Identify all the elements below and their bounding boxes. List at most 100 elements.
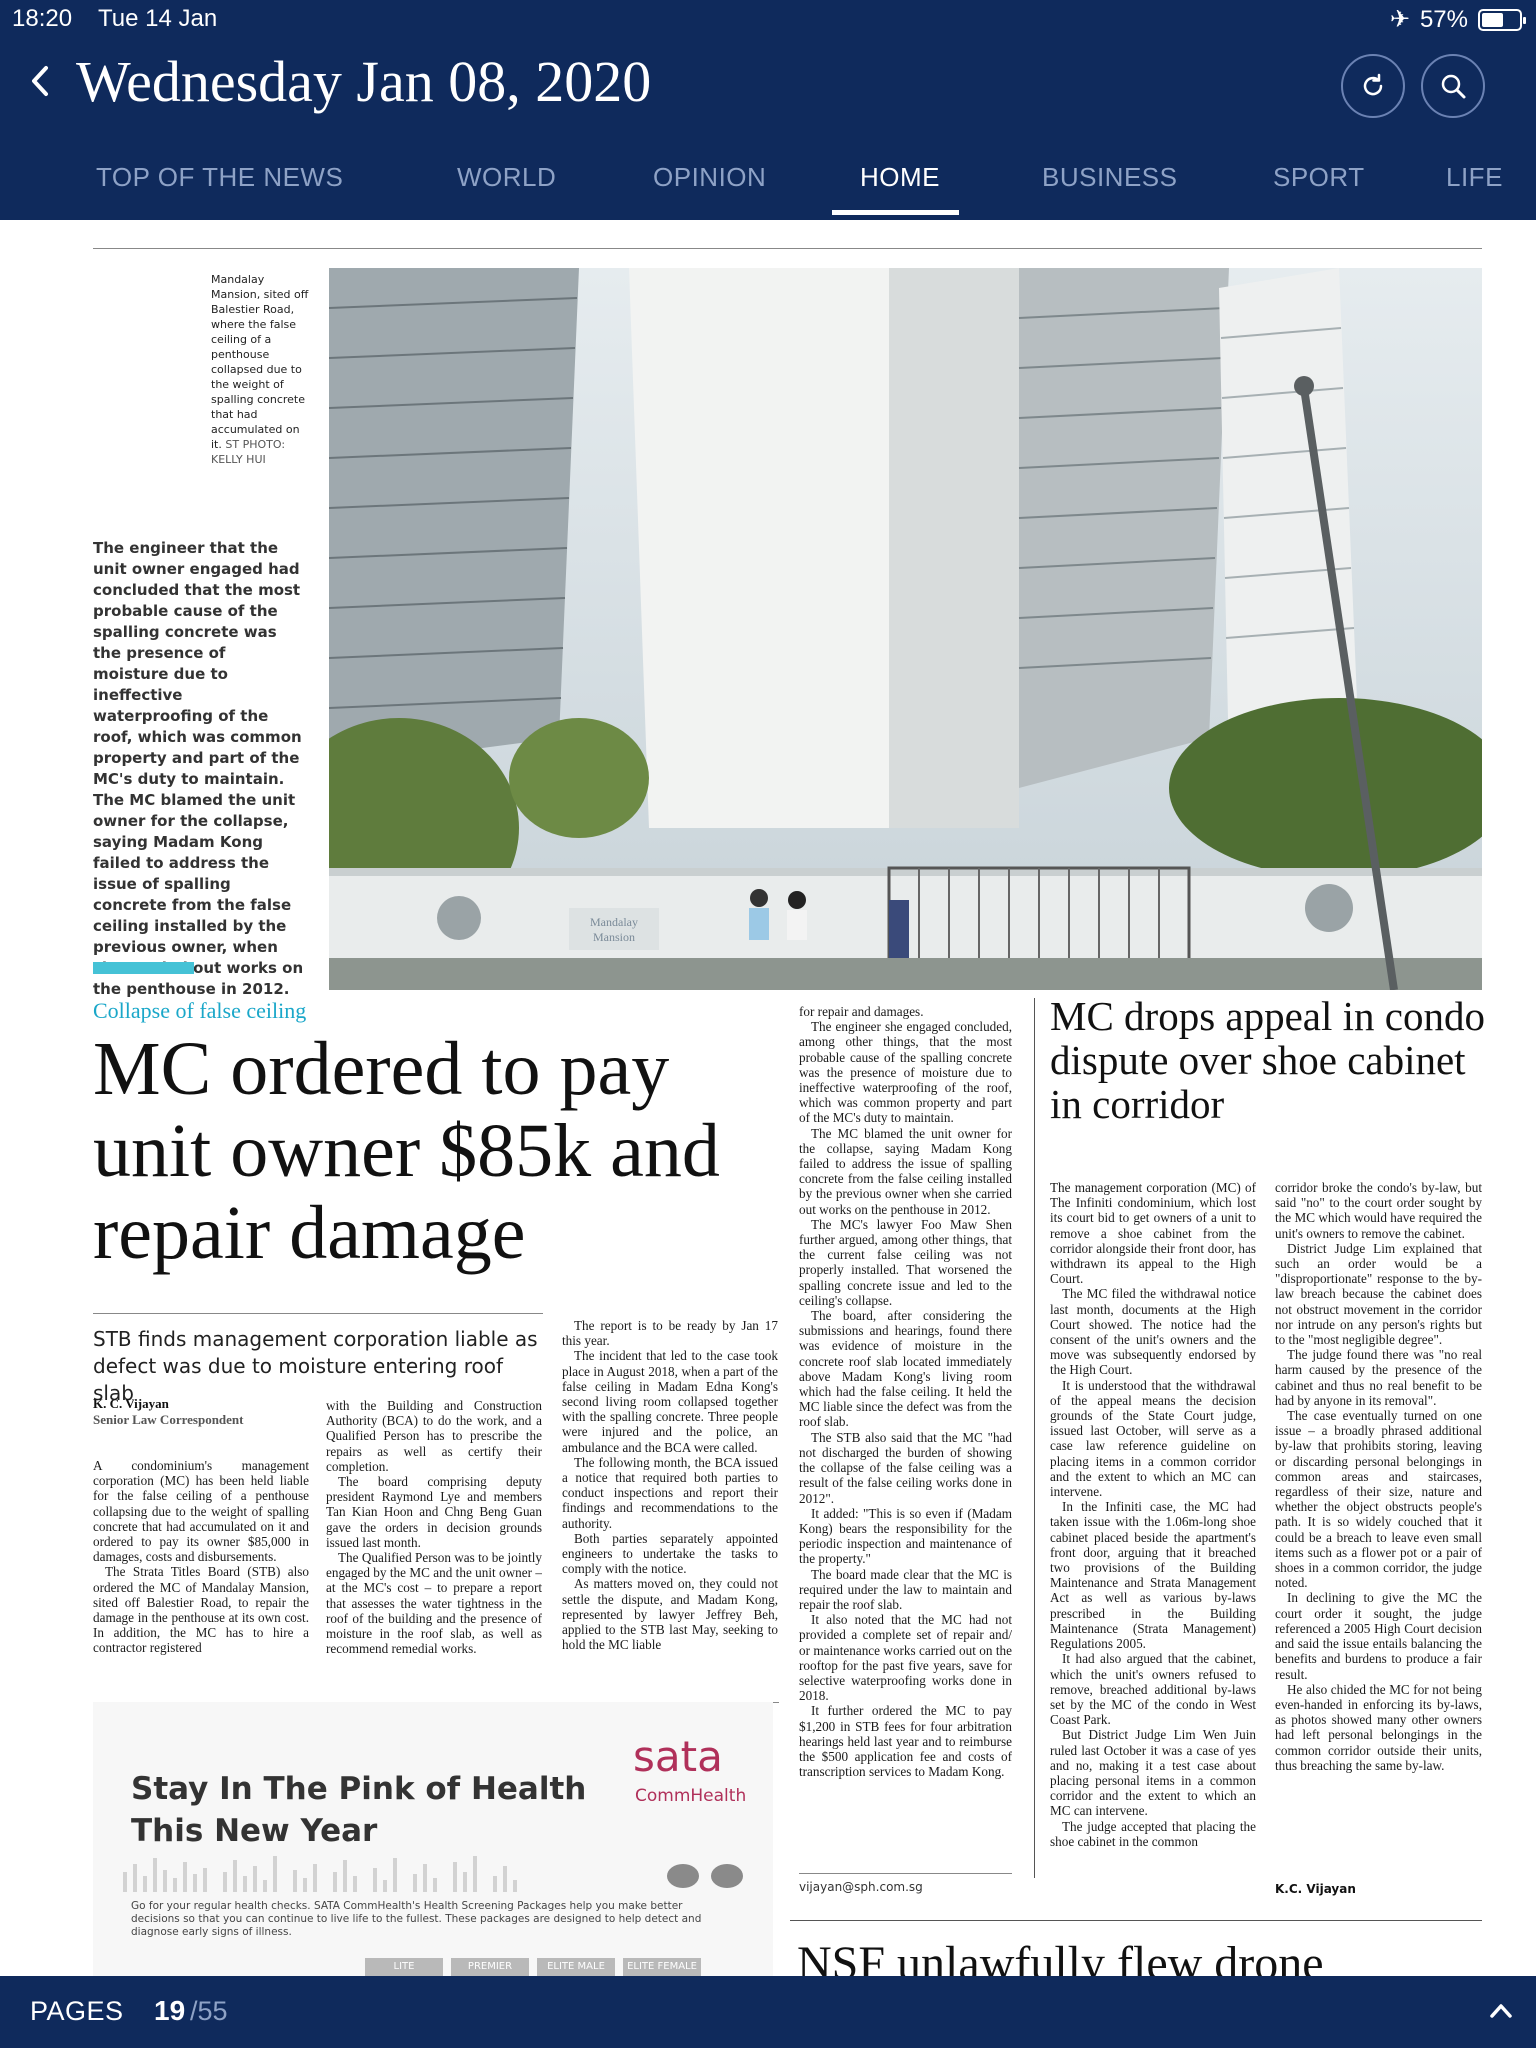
airplane-mode-icon: ✈ bbox=[1389, 6, 1410, 33]
photo-credit: ST PHOTO: KELLY HUI bbox=[211, 438, 286, 466]
tab-home[interactable]: HOME bbox=[860, 162, 940, 193]
paragraph: The Strata Titles Board (STB) also order… bbox=[93, 1564, 309, 1656]
total-pages: /55 bbox=[190, 1996, 228, 2026]
battery-level bbox=[1482, 12, 1503, 27]
newspaper-page[interactable]: Mandalay Mansion Mandalay Mansion, sited… bbox=[0, 220, 1536, 1976]
article-column-2: with the Building and Construction Autho… bbox=[326, 1398, 542, 1700]
ad-brand-logo: sata bbox=[633, 1732, 723, 1781]
refresh-button[interactable] bbox=[1341, 54, 1405, 118]
paragraph: The board comprising deputy president Ra… bbox=[326, 1474, 542, 1550]
paragraph: The MC filed the withdrawal notice last … bbox=[1050, 1286, 1256, 1378]
status-date: Tue 14 Jan bbox=[98, 5, 218, 32]
paragraph: As matters moved on, they could not sett… bbox=[562, 1576, 778, 1653]
paragraph: The judge accepted that placing the shoe… bbox=[1050, 1818, 1256, 1849]
paragraph: Both parties separately appointed engine… bbox=[562, 1530, 778, 1577]
paragraph: It added: "This is so even if (Madam Kon… bbox=[799, 1505, 1012, 1567]
paragraph: The Qualified Person was to be jointly e… bbox=[326, 1550, 542, 1657]
subhead-rule bbox=[93, 1313, 543, 1314]
ad-body-text: Go for your regular health checks. SATA … bbox=[131, 1900, 702, 1938]
paragraph: District Judge Lim explained that such a… bbox=[1275, 1240, 1482, 1348]
byline-role: Senior Law Correspondent bbox=[93, 1412, 244, 1427]
tab-sport[interactable]: SPORT bbox=[1273, 162, 1365, 193]
status-right: ✈ 57% bbox=[1389, 5, 1526, 34]
paragraph: The board made clear that the MC is requ… bbox=[799, 1566, 1012, 1612]
paragraph: A condominium's management corporation (… bbox=[93, 1458, 309, 1565]
pull-quote-accent-bar bbox=[93, 962, 194, 974]
paragraph: But District Judge Lim Wen Juin ruled la… bbox=[1050, 1727, 1256, 1819]
tab-world[interactable]: WORLD bbox=[457, 162, 556, 193]
article-subhead: STB finds management corporation liable … bbox=[93, 1327, 538, 1405]
ad-tab-elite-male[interactable]: ELITE MALE bbox=[537, 1958, 615, 1976]
paragraph: In the Infiniti case, the MC had taken i… bbox=[1050, 1499, 1256, 1652]
side-article-column-1: The management corporation (MC) of The I… bbox=[1050, 1180, 1256, 1892]
battery-percent: 57% bbox=[1419, 5, 1468, 33]
article-headline: MC ordered to pay unit owner $85k and re… bbox=[93, 1027, 720, 1275]
ad-headline: Stay In The Pink of Health This New Year bbox=[131, 1771, 587, 1849]
paragraph: The engineer she engaged concluded, amon… bbox=[799, 1019, 1012, 1126]
author-email[interactable]: vijayan@sph.com.sg bbox=[799, 1880, 923, 1894]
chevron-up-icon[interactable] bbox=[1486, 1996, 1516, 2026]
top-rule bbox=[93, 248, 1482, 249]
advertisement[interactable]: Stay In The Pink of Health This New Year… bbox=[93, 1702, 773, 1976]
ad-tab-premier[interactable]: PREMIER bbox=[451, 1958, 529, 1976]
bottom-bar: PAGES 19 /55 bbox=[0, 1976, 1536, 2048]
ad-package-tabs: LITE PREMIER ELITE MALE ELITE FEMALE bbox=[365, 1958, 701, 1976]
paragraph: It is understood that the withdrawal of … bbox=[1050, 1377, 1256, 1500]
pages-button[interactable]: PAGES bbox=[30, 1996, 124, 2027]
article-kicker: Collapse of false ceiling bbox=[93, 998, 307, 1023]
paragraph: In declining to give the MC the court or… bbox=[1275, 1590, 1482, 1682]
ad-decorative-bars bbox=[123, 1856, 743, 1892]
paragraph: with the Building and Construction Autho… bbox=[326, 1398, 542, 1474]
paragraph: The incident that led to the case took p… bbox=[562, 1348, 778, 1455]
paragraph: The MC's lawyer Foo Maw Shen further arg… bbox=[799, 1216, 1012, 1308]
article-column-1: A condominium's management corporation (… bbox=[93, 1458, 309, 1700]
status-time: 18:20 bbox=[12, 5, 73, 32]
paragraph: It further ordered the MC to pay $1,200 … bbox=[799, 1703, 1012, 1780]
search-icon bbox=[1441, 74, 1466, 99]
side-article-signoff: K.C. Vijayan bbox=[1275, 1882, 1356, 1896]
byline-name: K. C. Vijayan bbox=[93, 1396, 169, 1411]
column-divider bbox=[1034, 998, 1035, 1878]
article-column-3: The report is to be ready by Jan 17 this… bbox=[562, 1318, 778, 1700]
refresh-icon bbox=[1363, 73, 1383, 96]
ad-brand-sub: CommHealth bbox=[635, 1786, 747, 1806]
paragraph: for repair and damages. bbox=[799, 1004, 924, 1019]
bottom-rule bbox=[790, 1920, 1482, 1921]
active-tab-indicator bbox=[832, 210, 959, 215]
photo-caption-text: Mandalay Mansion, sited off Balestier Ro… bbox=[211, 273, 309, 451]
paragraph: The management corporation (MC) of The I… bbox=[1050, 1180, 1256, 1287]
paragraph: It also noted that the MC had not provid… bbox=[799, 1612, 1012, 1704]
paragraph: The STB also said that the MC "had not d… bbox=[799, 1429, 1012, 1506]
ad-tab-lite[interactable]: LITE bbox=[365, 1958, 443, 1976]
search-button[interactable] bbox=[1421, 54, 1485, 118]
paragraph: It had also argued that the cabinet, whi… bbox=[1050, 1651, 1256, 1728]
article-photo: Mandalay Mansion bbox=[329, 268, 1482, 990]
next-article-headline: NSF unlawfully flew drone bbox=[797, 1937, 1324, 1976]
email-rule bbox=[799, 1873, 1012, 1874]
side-article-column-2: corridor broke the condo's by-law, but s… bbox=[1275, 1180, 1482, 1876]
paragraph: The case eventually turned on one issue … bbox=[1275, 1408, 1482, 1591]
back-chevron-icon[interactable] bbox=[28, 58, 68, 108]
status-bar: 18:20 Tue 14 Jan ✈ 57% bbox=[0, 0, 1536, 40]
section-tabs: TOP OF THE NEWS WORLD OPINION HOME BUSIN… bbox=[0, 150, 1536, 220]
current-page-number: 19 bbox=[154, 1995, 186, 2026]
ad-tab-elite-female[interactable]: ELITE FEMALE bbox=[623, 1958, 701, 1976]
tab-opinion[interactable]: OPINION bbox=[653, 162, 766, 193]
pull-quote: The engineer that the unit owner engaged… bbox=[93, 539, 304, 998]
svg-text:Mansion: Mansion bbox=[593, 930, 635, 944]
photo-sign-text: Mandalay bbox=[590, 915, 638, 929]
paragraph: The MC blamed the unit owner for the col… bbox=[799, 1125, 1012, 1217]
issue-date-title[interactable]: Wednesday Jan 08, 2020 bbox=[76, 48, 651, 115]
paragraph: The report is to be ready by Jan 17 this… bbox=[562, 1318, 778, 1349]
paragraph: The judge found there was "no real harm … bbox=[1275, 1347, 1482, 1408]
tab-life[interactable]: LIFE bbox=[1446, 162, 1503, 193]
article-column-4: for repair and damages. The engineer she… bbox=[799, 1004, 1012, 1872]
paragraph: corridor broke the condo's by-law, but s… bbox=[1275, 1180, 1482, 1241]
photo-caption: Mandalay Mansion, sited off Balestier Ro… bbox=[211, 272, 311, 467]
side-article-headline: MC drops appeal in condo dispute over sh… bbox=[1050, 993, 1485, 1127]
paragraph: He also chided the MC for not being even… bbox=[1275, 1681, 1482, 1773]
tab-business[interactable]: BUSINESS bbox=[1042, 162, 1178, 193]
paragraph: The board, after considering the submiss… bbox=[799, 1308, 1012, 1430]
tab-top-of-the-news[interactable]: TOP OF THE NEWS bbox=[96, 162, 343, 193]
paragraph: The following month, the BCA issued a no… bbox=[562, 1454, 778, 1531]
